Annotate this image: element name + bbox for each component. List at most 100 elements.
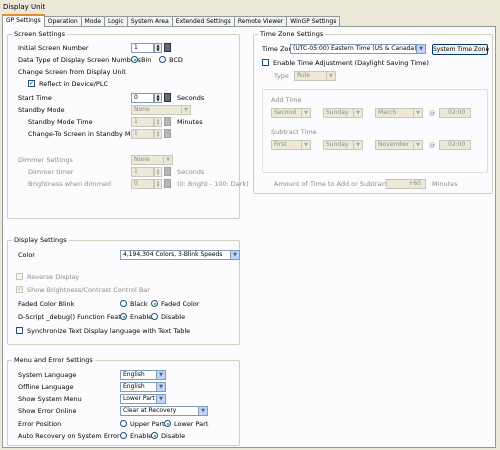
dimmer-timer-input[interactable]: 1 [131,167,154,177]
auto-recovery-disable-radio[interactable] [151,432,158,439]
show-brightness-checkbox[interactable]: ✓ [16,286,23,293]
dimmer-select[interactable]: None ▼ [131,155,173,165]
standby-mode-value: None [134,106,150,113]
add-at-symbol: @ [429,109,436,117]
standby-mode-select[interactable]: None ▼ [131,105,191,115]
chevron-down-icon: ▼ [198,407,207,415]
keypad-icon[interactable] [164,117,171,126]
color-label: Color [18,251,35,259]
chevron-down-icon: ▼ [353,109,362,117]
dimmer-timer-spinner[interactable]: ▲ ▼ [154,167,162,177]
chevron-down-icon: ▼ [301,141,310,149]
keypad-icon[interactable] [164,43,171,52]
add-month-value: March [378,109,397,116]
standby-mode-label: Standby Mode [18,106,65,114]
change-to-input[interactable]: 1 [131,129,154,139]
screen-settings-title: Screen Settings [12,30,68,38]
menu-error-title: Menu and Error Settings [12,356,95,364]
show-system-menu-select[interactable]: Lower Part ▼ [120,394,166,404]
amount-input[interactable]: +60 [386,179,426,189]
amount-label: Amount of Time to Add or Subtract [274,180,388,188]
window-title: Display Unit [3,3,46,11]
initial-screen-label: Initial Screen Number [18,44,89,52]
brightness-spinner[interactable]: ▲ ▼ [154,179,162,189]
faded-color-radio[interactable] [151,300,158,307]
sync-text-label: Synchronize Text Display language with T… [27,327,191,335]
add-month-select[interactable]: March ▼ [375,108,423,118]
add-week-select[interactable]: Second ▼ [271,108,311,118]
add-week-value: Second [274,109,297,116]
add-day-value: Sunday [326,109,349,116]
screen-settings-group: Screen Settings Initial Screen Number 1 … [7,30,249,219]
subtract-time-input[interactable]: 02:00 [439,140,471,150]
reverse-display-label: Reverse Display [27,273,80,281]
brightness-note: (0: Bright - 100: Dark) [177,180,249,188]
standby-time-spinner[interactable]: ▲ ▼ [154,117,162,127]
subtract-month-select[interactable]: November ▼ [375,140,423,150]
reflect-checkbox[interactable]: ✓ [28,80,35,87]
offline-language-value: English [123,383,145,390]
faded-blink-label: Faded Color Blink [18,300,75,308]
display-settings-group: Display Settings Color 4,194,304 Colors,… [7,236,240,345]
change-screen-label: Change Screen from Display Unit [18,68,126,76]
system-language-select[interactable]: English ▼ [120,370,166,380]
keypad-icon[interactable] [164,167,171,176]
sync-text-checkbox[interactable] [16,327,23,334]
tab-gp-settings[interactable]: GP Settings [2,14,45,27]
brightness-input[interactable]: 0 [131,179,154,189]
type-select[interactable]: Rule ▼ [294,71,336,81]
lower-part-radio[interactable] [164,420,171,427]
subtract-week-select[interactable]: First ▼ [271,140,311,150]
enable-time-adjustment-checkbox[interactable] [262,59,269,66]
subtract-day-value: Sunday [326,141,349,148]
keypad-icon[interactable] [164,179,171,188]
bin-radio[interactable] [131,56,138,63]
dimmer-value: None [134,156,150,163]
type-value: Rule [297,72,311,79]
show-error-online-select[interactable]: Clear at Recovery ▼ [120,406,208,416]
chevron-down-icon: ▼ [413,109,422,117]
color-value: 4,194,304 Colors, 3-Blink Speeds [123,251,223,258]
color-select[interactable]: 4,194,304 Colors, 3-Blink Speeds ▼ [120,250,240,260]
change-to-label: Change-To Screen in Standby Mode [28,130,143,138]
subtract-day-select[interactable]: Sunday ▼ [323,140,363,150]
chevron-down-icon: ▼ [416,45,425,53]
error-position-label: Error Position [18,420,62,428]
upper-part-label: Upper Part [130,420,165,428]
standby-time-input[interactable]: 1 [131,117,154,127]
change-to-spinner[interactable]: ▲ ▼ [154,129,162,139]
chevron-down-icon: ▼ [156,383,165,391]
chevron-down-icon: ▼ [413,141,422,149]
start-time-label: Start Time [18,94,52,102]
seconds-unit: Seconds [177,94,205,102]
subtract-at-symbol: @ [429,141,436,149]
tab-page: Screen Settings Initial Screen Number 1 … [2,26,496,448]
system-time-zone-button[interactable]: System Time Zone [432,44,489,55]
black-radio[interactable] [120,300,127,307]
add-day-select[interactable]: Sunday ▼ [323,108,363,118]
upper-part-radio[interactable] [120,420,127,427]
reverse-display-checkbox[interactable] [16,273,23,280]
system-language-label: System Language [18,371,77,379]
offline-language-select[interactable]: English ▼ [120,382,166,392]
initial-screen-input[interactable]: 1 [131,43,154,53]
standby-time-label: Standby Mode Time [28,118,93,126]
start-time-input[interactable]: 0 [131,93,154,103]
chevron-down-icon: ▼ [230,251,239,259]
faded-color-label: Faded Color [161,300,200,308]
initial-screen-spinner[interactable]: ▲ ▼ [154,43,162,53]
keypad-icon[interactable] [164,129,171,138]
keypad-icon[interactable] [164,93,171,102]
bcd-radio[interactable] [159,56,166,63]
dscript-enable-radio[interactable] [120,313,127,320]
enable-time-adjustment-label: Enable Time Adjustment (Daylight Saving … [273,59,429,67]
dimmer-timer-label: Dimmer timer [28,168,74,176]
time-zone-select[interactable]: (UTC-05:00) Eastern Time (US & Canada) ▼ [290,44,426,54]
start-time-spinner[interactable]: ▲ ▼ [154,93,162,103]
minutes-unit: Minutes [177,118,203,126]
display-settings-title: Display Settings [12,236,69,244]
auto-recovery-enable-radio[interactable] [120,432,127,439]
add-time-input[interactable]: 02:00 [439,108,471,118]
dscript-disable-radio[interactable] [151,313,158,320]
menu-error-group: Menu and Error Settings System Language … [7,356,240,446]
